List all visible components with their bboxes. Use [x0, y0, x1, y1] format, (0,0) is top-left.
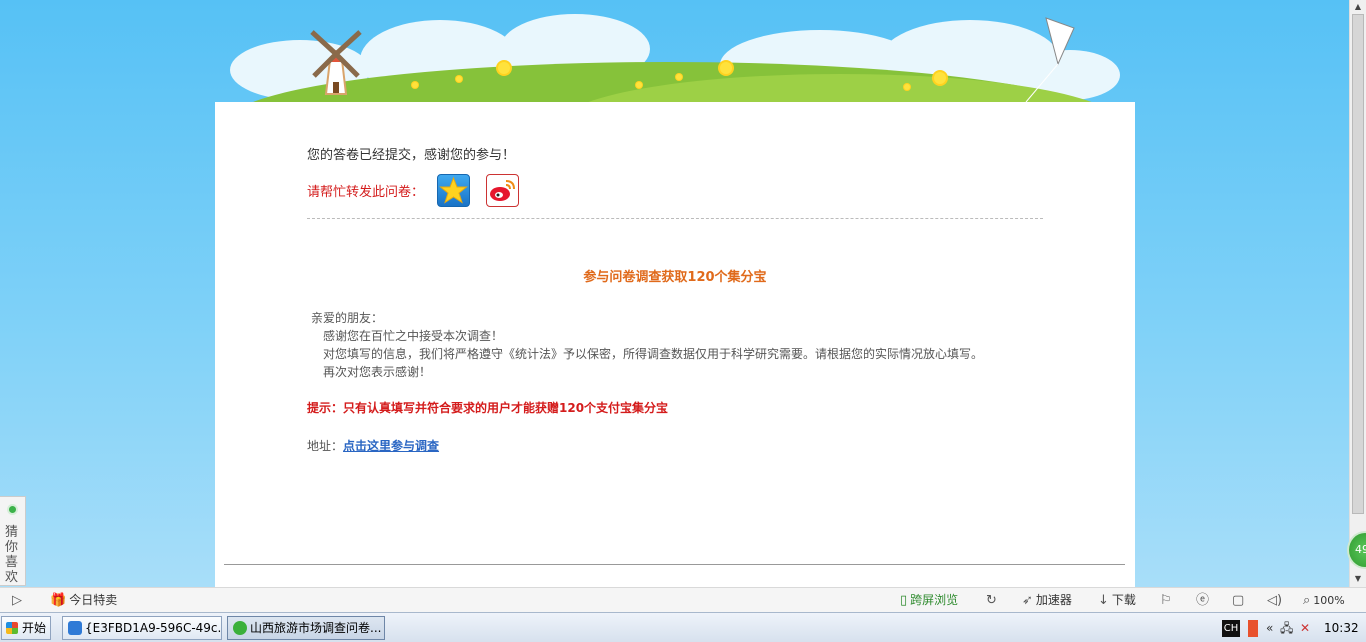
clock: 10:32	[1324, 621, 1359, 635]
today-deals-label: 今日特卖	[69, 593, 118, 607]
taskbar-item-label: 山西旅游市场调查问卷...	[250, 621, 382, 635]
body-line: 对您填写的信息，我们将严格遵守《统计法》予以保密，所得调查数据仅用于科学研究需要…	[323, 347, 984, 361]
share-label: 请帮忙转发此问卷：	[307, 185, 425, 200]
flower-decoration	[904, 84, 910, 90]
qzone-icon	[439, 176, 468, 204]
status-dot-icon	[7, 504, 18, 515]
flower-decoration	[636, 82, 642, 88]
refresh-icon[interactable]: ↻	[986, 588, 1000, 612]
scroll-up-arrow-icon[interactable]: ▲	[1350, 0, 1366, 14]
start-button[interactable]: 开始	[1, 616, 51, 640]
browser-status-bar: ▷ 🎁 今日特卖 ▯ 跨屏浏览 ↻ ➶ 加速器 ↓ 下载 ⚐ ⓔ ▢ ◁) ⌕ 100%	[0, 587, 1366, 612]
start-label: 开始	[22, 621, 47, 635]
accelerator-label: 加速器	[1035, 593, 1072, 607]
survey-title: 参与问卷调查获取120个集分宝	[583, 270, 767, 285]
sidebar-toggle-icon[interactable]: ▷	[12, 588, 25, 612]
zoom-level: 100%	[1313, 594, 1345, 607]
taskbar-item-label: {E3FBD1A9-596C-49c...	[85, 621, 222, 635]
scroll-thumb[interactable]	[1352, 14, 1364, 514]
phone-icon: ▯	[900, 593, 908, 608]
guess-you-like-widget[interactable]: 猜你喜欢	[0, 496, 26, 586]
download-button[interactable]: ↓ 下载	[1098, 588, 1136, 612]
flower-decoration	[412, 82, 418, 88]
rocket-icon: ➶	[1022, 593, 1033, 608]
download-label: 下载	[1111, 593, 1136, 607]
volume-muted-icon[interactable]: ✕	[1300, 616, 1310, 640]
guess-you-like-label: 猜你喜欢	[5, 525, 19, 585]
body-line: 再次对您表示感谢！	[323, 365, 432, 379]
windows-logo-icon	[6, 622, 18, 634]
vertical-scrollbar[interactable]: ▲ ▼	[1349, 0, 1366, 587]
shield-icon	[68, 621, 82, 635]
flower-decoration	[456, 76, 462, 82]
weibo-share-button[interactable]	[486, 174, 519, 207]
download-arrow-icon: ↓	[1098, 593, 1109, 608]
browser-viewport: 您的答卷已经提交，感谢您的参与！ 请帮忙转发此问卷： 参与问卷调查获取120个集…	[0, 0, 1349, 587]
dashed-divider	[307, 218, 1043, 219]
accelerator-button[interactable]: ➶ 加速器	[1022, 588, 1072, 612]
greeting-text: 亲爱的朋友：	[311, 311, 384, 325]
flower-decoration	[498, 62, 510, 74]
address-row: 地址：点击这里参与调查	[307, 437, 439, 454]
tip-text: 提示：只有认真填写并符合要求的用户才能获赠120个支付宝集分宝	[307, 401, 669, 415]
flag-icon[interactable]: ⚐	[1160, 588, 1175, 612]
footer-rule	[224, 564, 1125, 565]
ime-indicator[interactable]: CH	[1222, 620, 1240, 637]
tray-app-icon[interactable]	[1248, 620, 1258, 637]
flower-decoration	[934, 72, 946, 84]
chevron-left-icon[interactable]: «	[1266, 616, 1273, 640]
cross-screen-label: 跨屏浏览	[910, 593, 959, 607]
system-tray: CH « 🖧 ✕ 10:32	[1218, 616, 1366, 640]
gift-icon: 🎁	[50, 593, 67, 608]
weibo-icon	[490, 180, 515, 201]
windows-taskbar: 开始 {E3FBD1A9-596C-49c... 山西旅游市场调查问卷... C…	[0, 612, 1366, 642]
ie-icon[interactable]: ⓔ	[1196, 588, 1212, 612]
body-line: 感谢您在百忙之中接受本次调查！	[323, 329, 504, 343]
flower-decoration	[676, 74, 682, 80]
zoom-control[interactable]: ⌕ 100%	[1303, 588, 1345, 612]
survey-link[interactable]: 点击这里参与调查	[343, 439, 439, 453]
cross-screen-button[interactable]: ▯ 跨屏浏览	[900, 588, 958, 612]
address-label: 地址：	[307, 439, 344, 453]
browser-icon	[233, 621, 247, 635]
windmill-icon	[310, 30, 362, 95]
volume-icon[interactable]: ◁)	[1267, 588, 1285, 612]
flower-decoration	[720, 62, 732, 74]
taskbar-item-active[interactable]: 山西旅游市场调查问卷...	[227, 616, 385, 640]
today-deals-button[interactable]: 🎁 今日特卖	[50, 588, 117, 612]
scroll-down-arrow-icon[interactable]: ▼	[1350, 572, 1366, 586]
kite-icon	[1025, 17, 1075, 103]
zoom-icon: ⌕	[1303, 593, 1311, 608]
qzone-share-button[interactable]	[437, 174, 470, 207]
window-icon[interactable]: ▢	[1232, 588, 1247, 612]
network-icon[interactable]: 🖧	[1280, 616, 1293, 640]
taskbar-item[interactable]: {E3FBD1A9-596C-49c...	[62, 616, 222, 640]
submitted-message: 您的答卷已经提交，感谢您的参与！	[307, 148, 516, 163]
